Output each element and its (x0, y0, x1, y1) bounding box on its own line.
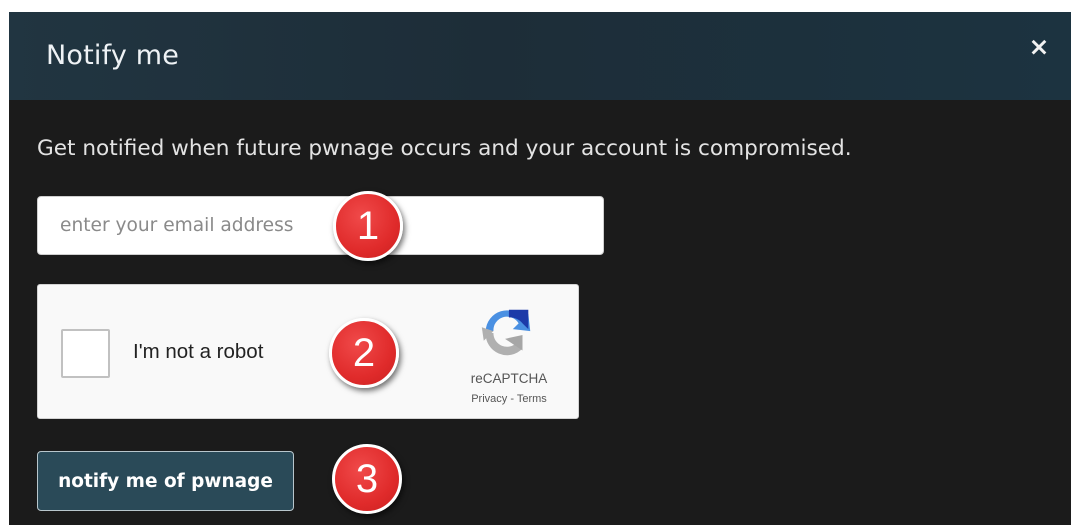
step-badge-2: 2 (329, 318, 399, 388)
step-badge-3: 3 (332, 444, 402, 514)
email-input[interactable] (37, 196, 604, 255)
recaptcha-widget: I'm not a robot reCAPTCHA Privacy - Term… (37, 284, 579, 419)
recaptcha-logo-icon (481, 309, 531, 356)
link-separator: - (507, 393, 517, 405)
recaptcha-brand: reCAPTCHA (470, 371, 548, 386)
privacy-link[interactable]: Privacy (471, 393, 507, 405)
dialog-title: Notify me (46, 40, 180, 71)
captcha-label: I'm not a robot (133, 340, 264, 363)
recaptcha-links: Privacy - Terms (446, 393, 572, 405)
captcha-checkbox[interactable] (61, 329, 110, 378)
close-icon[interactable]: × (1024, 32, 1054, 62)
terms-link[interactable]: Terms (517, 393, 547, 405)
notify-submit-button[interactable]: notify me of pwnage (37, 451, 294, 511)
dialog-header: Notify me × (9, 12, 1071, 100)
step-badge-1: 1 (333, 191, 403, 261)
notify-dialog: Notify me × Get notified when future pwn… (9, 12, 1071, 525)
intro-text: Get notified when future pwnage occurs a… (37, 136, 852, 161)
